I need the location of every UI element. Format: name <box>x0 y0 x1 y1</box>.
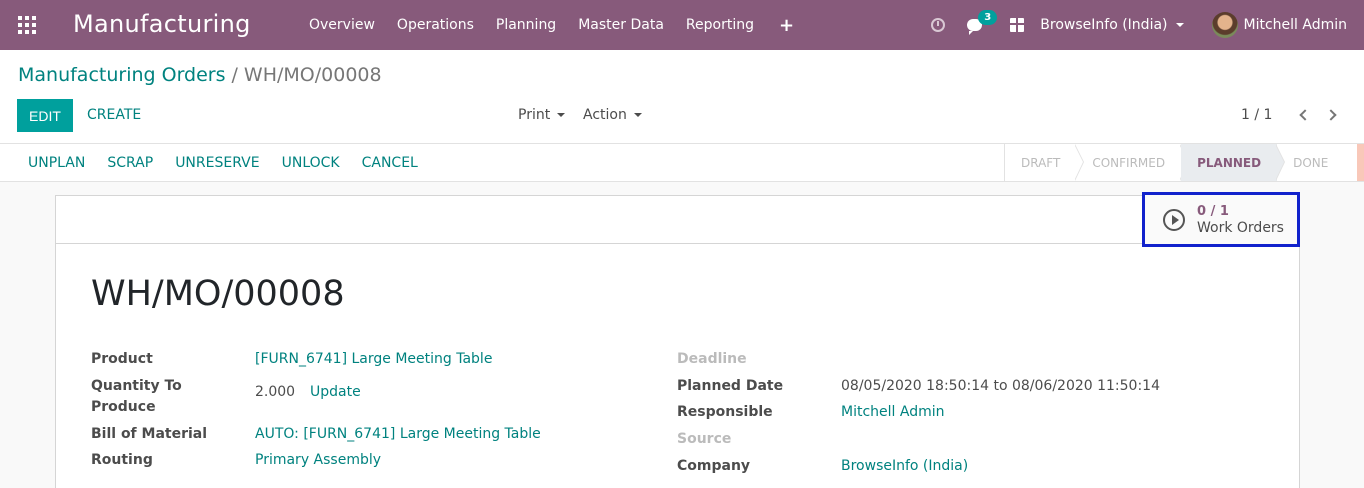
user-name: Mitchell Admin <box>1243 17 1348 33</box>
responsible-field[interactable]: Mitchell Admin <box>841 404 945 420</box>
menu-operations[interactable]: Operations <box>386 17 485 33</box>
planned-date-field[interactable]: 08/05/2020 18:50:14 to 08/06/2020 11:50:… <box>841 378 1160 394</box>
pager-next-button[interactable] <box>1325 108 1340 122</box>
menu-reporting[interactable]: Reporting <box>675 17 765 33</box>
print-dropdown[interactable]: Print <box>518 107 566 123</box>
deadline-label: Deadline <box>677 351 747 367</box>
work-orders-text: 0 / 1 Work Orders <box>1197 203 1284 237</box>
product-field[interactable]: [FURN_6741] Large Meeting Table <box>255 351 492 367</box>
caret-down-icon <box>1175 23 1184 27</box>
company-switcher[interactable]: BrowseInfo (India) <box>1040 17 1184 33</box>
pager-previous-button[interactable] <box>1297 108 1311 122</box>
messaging-menu[interactable]: 3 <box>967 10 998 35</box>
form-sheet: 0 / 1 Work Orders WH/MO/00008 Product [F… <box>55 192 1300 488</box>
quantity-label-line2: Produce <box>91 399 156 415</box>
caret-down-icon <box>633 113 642 117</box>
scrap-button[interactable]: SCRAP <box>96 155 164 171</box>
main-menu: Overview Operations Planning Master Data… <box>298 0 808 50</box>
unlock-button[interactable]: UNLOCK <box>271 155 351 171</box>
statusbar-buttons: UNPLAN SCRAP UNRESERVE UNLOCK CANCEL <box>17 144 429 181</box>
record-title: WH/MO/00008 <box>91 274 345 314</box>
bom-field[interactable]: AUTO: [FURN_6741] Large Meeting Table <box>255 426 541 442</box>
company-switcher-label: BrowseInfo (India) <box>1040 17 1168 33</box>
unplan-button[interactable]: UNPLAN <box>17 155 96 171</box>
chatter-edge <box>1357 144 1364 181</box>
responsible-label: Responsible <box>677 404 773 420</box>
breadcrumb-parent[interactable]: Manufacturing Orders <box>18 64 226 86</box>
status-stages: DRAFT CONFIRMED PLANNED DONE <box>1004 144 1344 181</box>
activity-clock-icon[interactable] <box>931 18 946 32</box>
navbar-systray: 3 BrowseInfo (India) Mitchell Admin <box>931 0 1364 50</box>
play-icon <box>1163 208 1185 231</box>
avatar <box>1211 12 1238 38</box>
caret-down-icon <box>557 113 566 117</box>
stage-planned: PLANNED <box>1181 144 1278 181</box>
breadcrumb: Manufacturing Orders / WH/MO/00008 <box>18 64 382 86</box>
breadcrumb-separator: / <box>231 64 238 86</box>
quantity-label-line1: Quantity To <box>91 378 182 394</box>
chevron-left-icon <box>1299 109 1311 121</box>
apps-menu-icon[interactable] <box>18 16 36 34</box>
bom-label: Bill of Material <box>91 426 208 442</box>
unreserve-button[interactable]: UNRESERVE <box>164 155 270 171</box>
user-menu[interactable]: Mitchell Admin <box>1211 12 1348 38</box>
menu-master-data[interactable]: Master Data <box>567 17 675 33</box>
action-dropdown-label: Action <box>583 107 627 123</box>
stage-done: DONE <box>1293 155 1329 170</box>
chat-badge: 3 <box>978 10 998 25</box>
chevron-right-icon <box>1325 109 1337 121</box>
control-panel: Manufacturing Orders / WH/MO/00008 EDIT CR… <box>0 50 1364 144</box>
menu-overview[interactable]: Overview <box>298 17 386 33</box>
edit-button[interactable]: EDIT <box>17 99 73 132</box>
planned-date-label: Planned Date <box>677 378 784 394</box>
work-orders-count: 0 / 1 <box>1197 203 1229 219</box>
top-navbar: Manufacturing Overview Operations Planni… <box>0 0 1364 50</box>
menu-planning[interactable]: Planning <box>485 17 567 33</box>
create-button[interactable]: CREATE <box>87 107 141 123</box>
routing-label: Routing <box>91 452 153 468</box>
action-dropdown[interactable]: Action <box>583 107 642 123</box>
product-label: Product <box>91 351 153 367</box>
gift-icon[interactable] <box>1010 18 1025 32</box>
quantity-field[interactable]: 2.000 <box>255 384 295 400</box>
smart-button-box: 0 / 1 Work Orders <box>56 192 1300 247</box>
add-menu-icon[interactable]: + <box>765 15 808 36</box>
work-orders-button[interactable]: 0 / 1 Work Orders <box>1142 192 1300 247</box>
update-quantity-button[interactable]: Update <box>310 384 361 400</box>
app-title[interactable]: Manufacturing <box>73 10 251 38</box>
source-label: Source <box>677 431 732 447</box>
work-orders-label: Work Orders <box>1197 219 1284 236</box>
company-field[interactable]: BrowseInfo (India) <box>841 458 968 474</box>
company-label: Company <box>677 458 751 474</box>
pager-value[interactable]: 1 / 1 <box>1241 107 1272 123</box>
breadcrumb-current: WH/MO/00008 <box>243 64 382 86</box>
form-statusbar: UNPLAN SCRAP UNRESERVE UNLOCK CANCEL DRA… <box>0 144 1364 182</box>
stage-draft: DRAFT <box>1021 155 1061 170</box>
cancel-button[interactable]: CANCEL <box>351 155 429 171</box>
stage-confirmed: CONFIRMED <box>1092 155 1166 170</box>
routing-field[interactable]: Primary Assembly <box>255 452 381 468</box>
print-dropdown-label: Print <box>518 107 551 123</box>
